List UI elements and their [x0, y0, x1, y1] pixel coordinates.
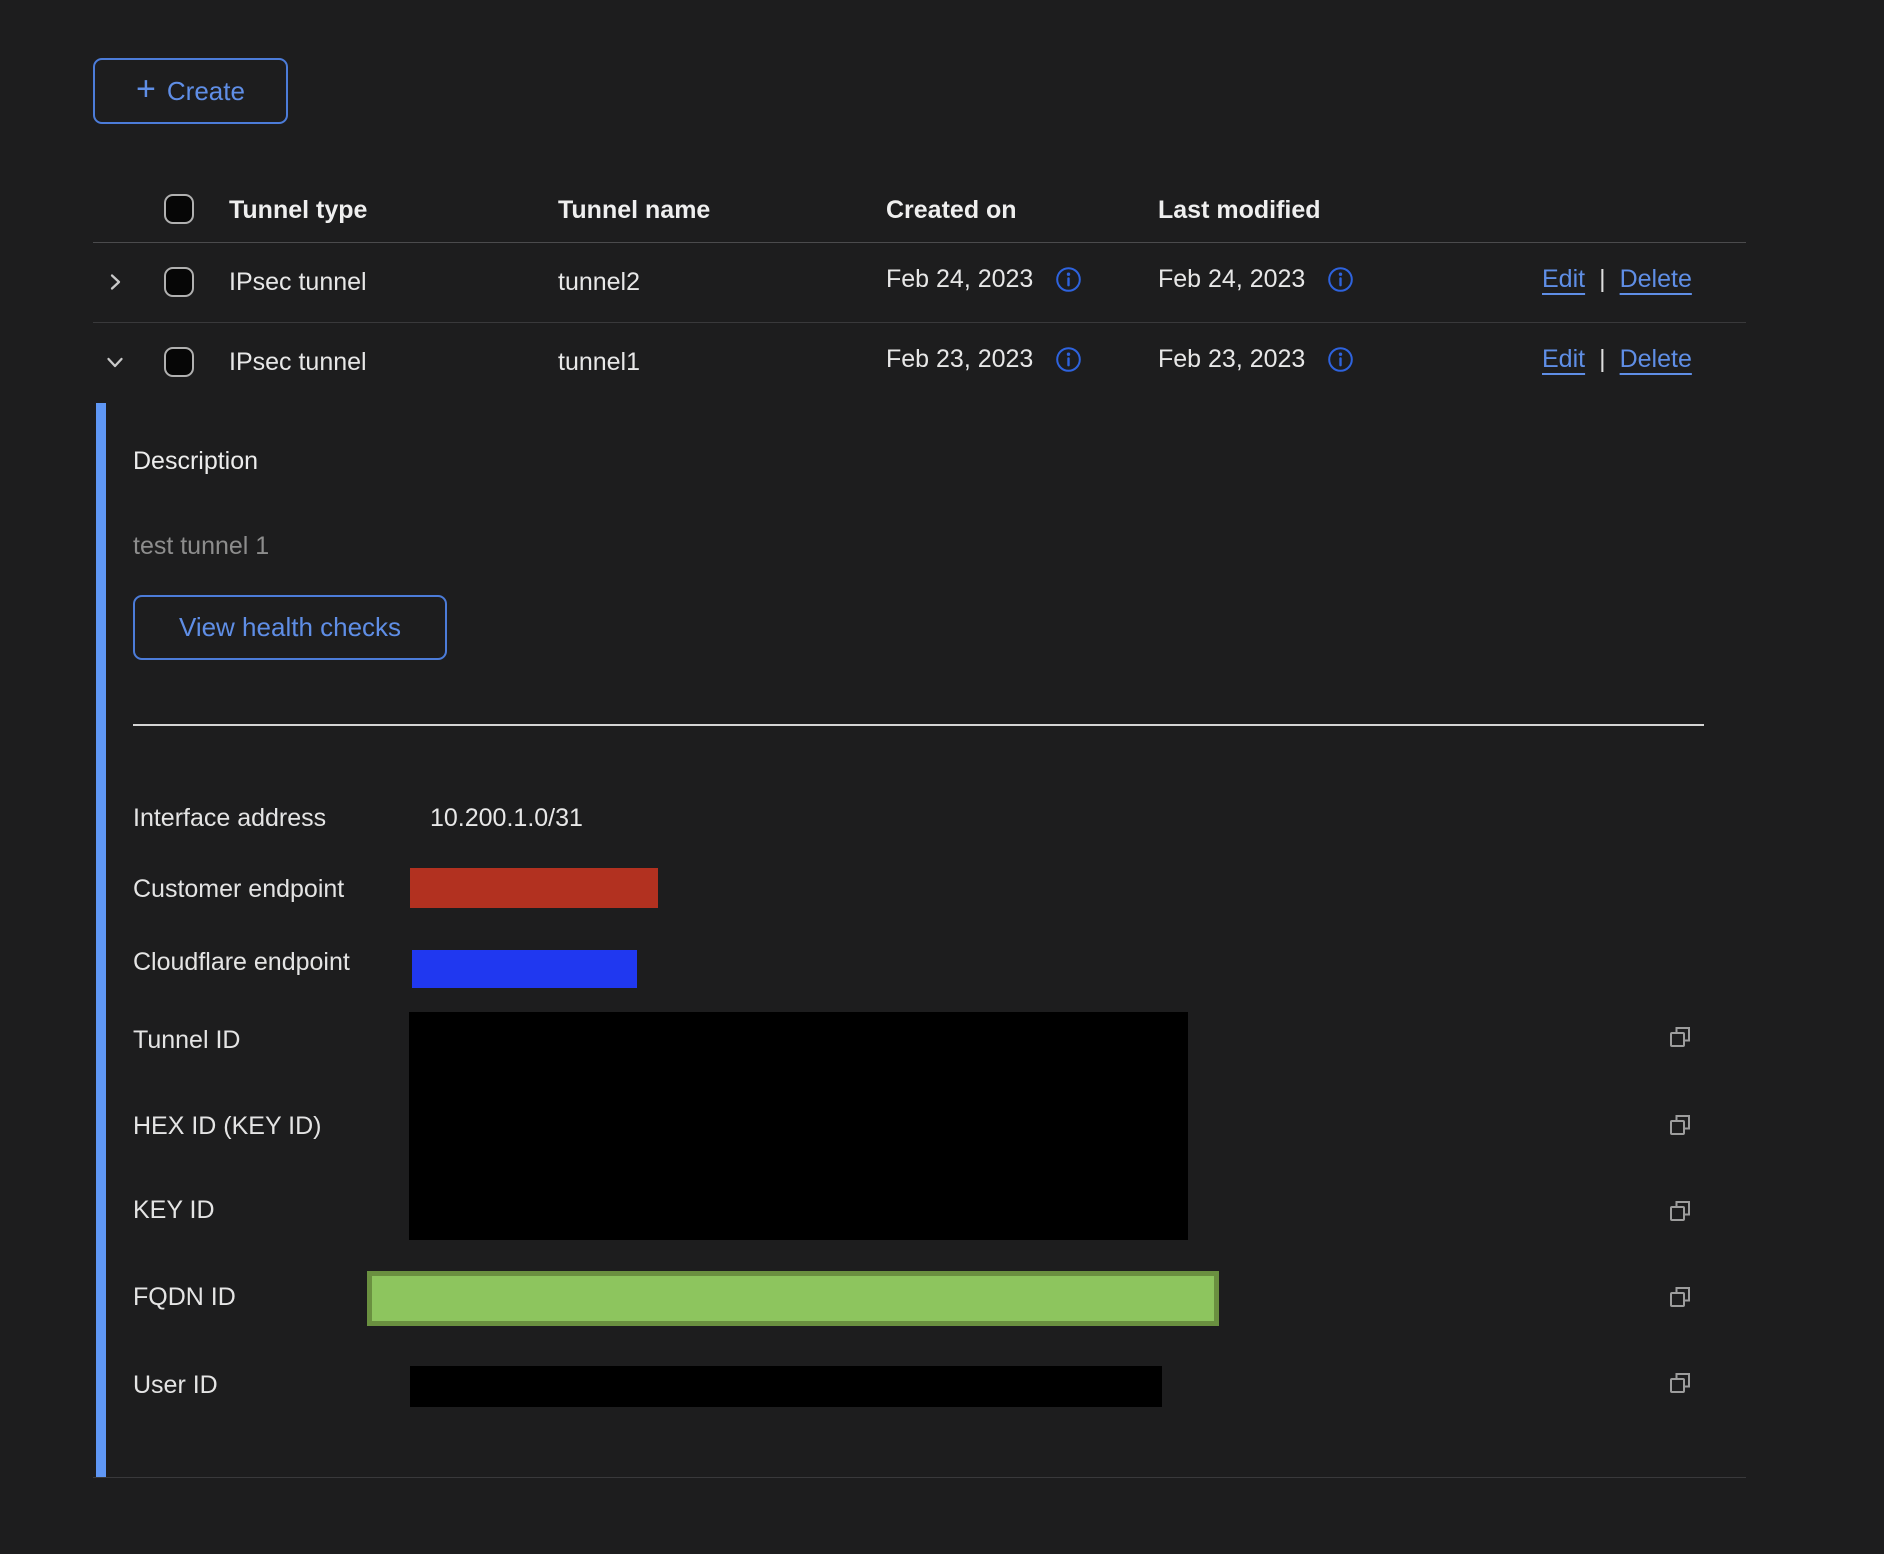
last-modified-cell: Feb 23, 2023: [1158, 345, 1354, 374]
created-on-cell: Feb 23, 2023: [886, 345, 1082, 374]
select-all-checkbox[interactable]: [164, 194, 194, 224]
fqdn-id-label: FQDN ID: [133, 1283, 236, 1312]
chevron-down-icon: [104, 351, 126, 373]
info-icon: [1327, 266, 1354, 293]
tunnel-name-cell: tunnel2: [558, 268, 640, 297]
key-id-label: KEY ID: [133, 1196, 215, 1225]
interface-address-value: 10.200.1.0/31: [430, 804, 583, 833]
id-values-redaction: [409, 1012, 1188, 1240]
created-on-info-button[interactable]: [1055, 266, 1082, 293]
ipsec-tunnels-page: + Create Tunnel type Tunnel name Created…: [0, 0, 1884, 1554]
row-actions: Edit | Delete: [1542, 345, 1692, 374]
row-checkbox[interactable]: [164, 267, 194, 297]
action-separator: |: [1599, 345, 1606, 374]
fqdn-id-redaction: [367, 1271, 1219, 1326]
expand-row-toggle[interactable]: [104, 271, 126, 293]
created-on-cell: Feb 24, 2023: [886, 265, 1082, 294]
copy-icon: [1666, 1023, 1694, 1051]
create-button-label: Create: [167, 76, 245, 107]
view-health-checks-button[interactable]: View health checks: [133, 595, 447, 660]
copy-icon: [1666, 1111, 1694, 1139]
edit-link[interactable]: Edit: [1542, 265, 1585, 294]
create-button[interactable]: + Create: [93, 58, 288, 124]
tunnel-type-cell: IPsec tunnel: [229, 268, 367, 297]
tunnel-type-cell: IPsec tunnel: [229, 348, 367, 377]
row-divider: [93, 322, 1746, 323]
description-text: test tunnel 1: [133, 532, 269, 561]
delete-link[interactable]: Delete: [1620, 345, 1692, 374]
copy-user-id-button[interactable]: [1666, 1369, 1696, 1399]
edit-link[interactable]: Edit: [1542, 345, 1585, 374]
created-on-value: Feb 23, 2023: [886, 345, 1033, 374]
plus-icon: +: [136, 72, 156, 106]
copy-fqdn-id-button[interactable]: [1666, 1283, 1696, 1313]
hex-id-label: HEX ID (KEY ID): [133, 1112, 321, 1141]
column-header-tunnel-type: Tunnel type: [229, 196, 367, 225]
copy-icon: [1666, 1197, 1694, 1225]
created-on-value: Feb 24, 2023: [886, 265, 1033, 294]
copy-key-id-button[interactable]: [1666, 1197, 1696, 1227]
last-modified-value: Feb 23, 2023: [1158, 345, 1305, 374]
interface-address-label: Interface address: [133, 804, 326, 833]
copy-hex-id-button[interactable]: [1666, 1111, 1696, 1141]
header-divider: [93, 242, 1746, 243]
customer-endpoint-redaction: [410, 868, 658, 908]
description-heading: Description: [133, 447, 258, 476]
section-divider: [133, 724, 1704, 726]
cloudflare-endpoint-label: Cloudflare endpoint: [133, 948, 350, 977]
action-separator: |: [1599, 265, 1606, 294]
column-header-last-modified: Last modified: [1158, 196, 1321, 225]
row-actions: Edit | Delete: [1542, 265, 1692, 294]
customer-endpoint-label: Customer endpoint: [133, 875, 344, 904]
table-bottom-divider: [93, 1477, 1746, 1478]
delete-link[interactable]: Delete: [1620, 265, 1692, 294]
user-id-redaction: [410, 1366, 1162, 1407]
created-on-info-button[interactable]: [1055, 346, 1082, 373]
row-checkbox[interactable]: [164, 347, 194, 377]
info-icon: [1327, 346, 1354, 373]
copy-icon: [1666, 1283, 1694, 1311]
chevron-right-icon: [104, 271, 126, 293]
collapse-row-toggle[interactable]: [104, 351, 126, 373]
last-modified-cell: Feb 24, 2023: [1158, 265, 1354, 294]
copy-icon: [1666, 1369, 1694, 1397]
user-id-label: User ID: [133, 1371, 218, 1400]
info-icon: [1055, 346, 1082, 373]
expanded-accent-bar: [96, 403, 106, 1477]
column-header-tunnel-name: Tunnel name: [558, 196, 710, 225]
last-modified-info-button[interactable]: [1327, 346, 1354, 373]
tunnel-id-label: Tunnel ID: [133, 1026, 240, 1055]
info-icon: [1055, 266, 1082, 293]
tunnel-name-cell: tunnel1: [558, 348, 640, 377]
copy-tunnel-id-button[interactable]: [1666, 1023, 1696, 1053]
last-modified-value: Feb 24, 2023: [1158, 265, 1305, 294]
cloudflare-endpoint-redaction: [412, 950, 637, 988]
last-modified-info-button[interactable]: [1327, 266, 1354, 293]
column-header-created-on: Created on: [886, 196, 1017, 225]
